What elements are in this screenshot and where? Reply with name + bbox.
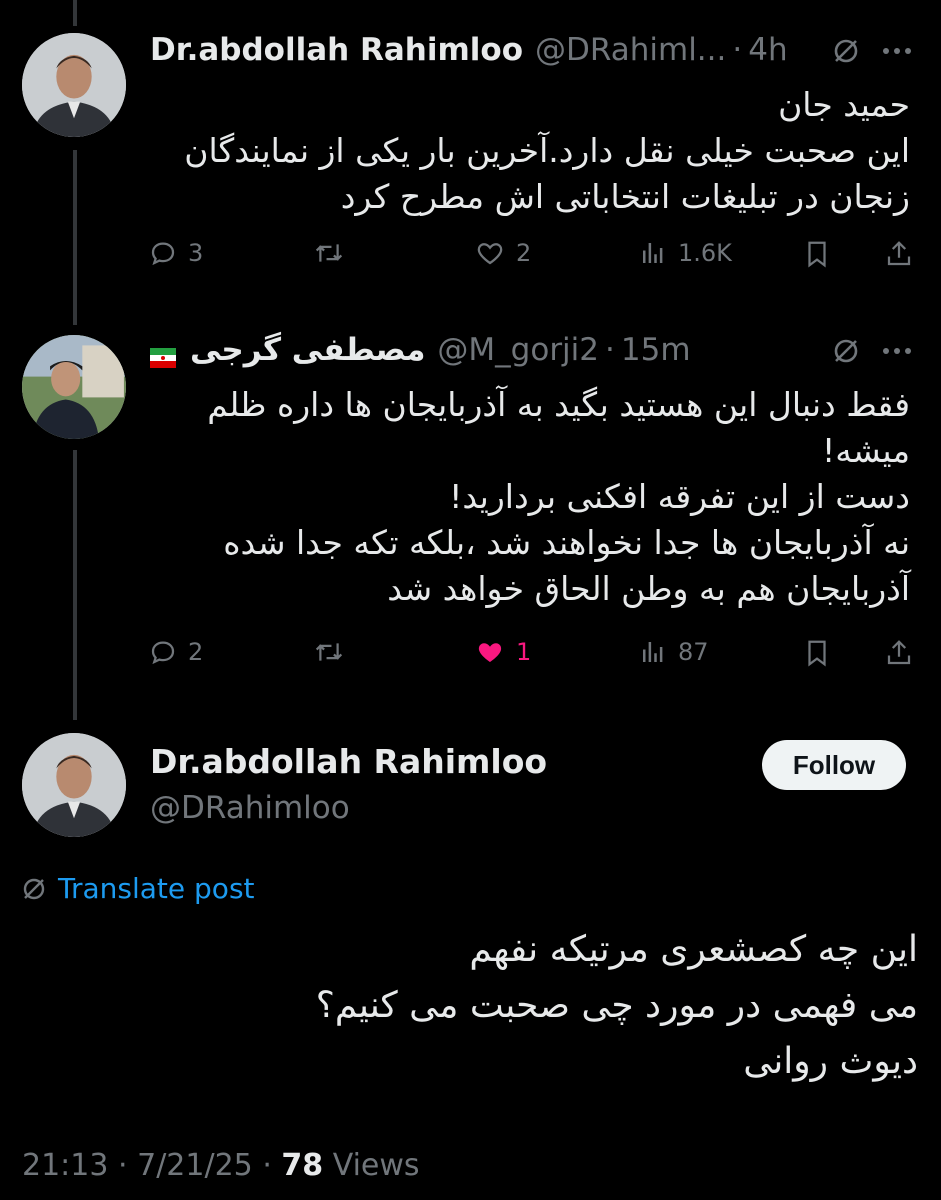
- tweet-meta: 21:13 · 7/21/25 · 78 Views: [22, 1148, 420, 1183]
- tweet-date[interactable]: 7/21/25: [137, 1148, 253, 1183]
- tweet-text-line: این صحبت خیلی نقل دارد.آخرین بار یکی از …: [184, 131, 910, 170]
- translate-post-label[interactable]: Translate post: [58, 872, 255, 905]
- translate-post-link[interactable]: Translate post: [20, 872, 255, 905]
- tweet-text-line: می فهمی در مورد چی صحبت می کنیم؟: [315, 985, 918, 1026]
- views-icon: [643, 642, 663, 662]
- bookmark-button[interactable]: [802, 637, 832, 669]
- tweet-time[interactable]: 15m: [621, 332, 691, 368]
- tweet-text-line: آذربایجان هم به وطن الحاق خواهد شد: [387, 569, 910, 608]
- heart-icon: [477, 243, 503, 265]
- thread-line-2: [73, 450, 77, 720]
- separator-dot: ·: [118, 1148, 128, 1183]
- like-count: 2: [516, 239, 532, 267]
- grok-icon[interactable]: [832, 337, 860, 365]
- avatar[interactable]: [22, 335, 126, 439]
- avatar[interactable]: [22, 33, 126, 137]
- tweet-text-line: دست از این تفرقه افکنی بردارید!: [449, 477, 910, 516]
- tweet-text-line: میشه!: [822, 431, 910, 470]
- bookmark-icon: [808, 241, 826, 268]
- thread-line-1: [73, 150, 77, 325]
- author-handle[interactable]: @DRahiml...: [535, 32, 726, 68]
- action-bar: 3 2 1.6K: [148, 238, 918, 278]
- author-handle[interactable]: @DRahimloo: [150, 790, 350, 826]
- tweet-text-line: حمید جان: [778, 85, 910, 124]
- grok-icon: [23, 878, 45, 899]
- heart-filled-icon: [478, 643, 502, 662]
- reply-count: 2: [188, 638, 204, 666]
- author-name[interactable]: Dr.abdollah Rahimloo: [150, 742, 547, 781]
- thread-line-top: [73, 0, 77, 26]
- like-button[interactable]: 1: [474, 637, 531, 667]
- retweet-button[interactable]: [313, 637, 355, 667]
- share-button[interactable]: [884, 238, 914, 270]
- bookmark-button[interactable]: [802, 238, 832, 270]
- follow-button[interactable]: Follow: [762, 740, 906, 790]
- reply-button[interactable]: 3: [148, 238, 203, 268]
- views-count: 1.6K: [678, 239, 732, 267]
- separator-dot: ·: [262, 1148, 272, 1183]
- tweet-header: مصطفی گرجی @M_gorji2 · 15m: [150, 332, 691, 368]
- tweet-text-line: این چه کصشعری مرتیکه نفهم: [469, 929, 918, 970]
- bookmark-icon: [808, 640, 826, 667]
- action-bar: 2 1 87: [148, 637, 918, 677]
- more-options-icon[interactable]: [882, 346, 912, 356]
- tweet-text: حمید جان این صحبت خیلی نقل دارد.آخرین با…: [150, 82, 910, 220]
- share-icon: [887, 640, 911, 665]
- iran-flag-icon: [150, 340, 176, 368]
- share-button[interactable]: [884, 637, 914, 669]
- views-button[interactable]: 1.6K: [638, 238, 732, 268]
- tweet-header: Dr.abdollah Rahimloo @DRahiml... · 4h: [150, 32, 788, 68]
- tweet-timestamp[interactable]: 21:13: [22, 1148, 108, 1183]
- reply-button[interactable]: 2: [148, 637, 203, 667]
- tweet-time[interactable]: 4h: [748, 32, 787, 68]
- tweet-text-line: دیوث روانی: [743, 1041, 918, 1082]
- separator-dot: ·: [605, 332, 615, 368]
- tweet-text-line: نه آذربایجان ها جدا نخواهند شد ،بلکه تکه…: [223, 523, 910, 562]
- retweet-icon: [315, 244, 343, 262]
- views-count[interactable]: 78: [281, 1148, 323, 1183]
- retweet-icon: [315, 643, 343, 661]
- author-name[interactable]: مصطفی گرجی: [190, 332, 425, 368]
- retweet-button[interactable]: [313, 238, 355, 268]
- like-count: 1: [516, 638, 532, 666]
- author-handle[interactable]: @M_gorji2: [437, 332, 599, 368]
- avatar[interactable]: [22, 733, 126, 837]
- reply-icon: [151, 641, 175, 665]
- share-icon: [887, 241, 911, 266]
- more-options-icon[interactable]: [882, 46, 912, 56]
- reply-count: 3: [188, 239, 204, 267]
- like-button[interactable]: 2: [474, 238, 531, 268]
- author-name[interactable]: Dr.abdollah Rahimloo: [150, 32, 523, 68]
- reply-icon: [151, 242, 175, 266]
- views-count: 87: [678, 638, 709, 666]
- tweet-text: فقط دنبال این هستید بگید به آذربایجان ها…: [150, 382, 910, 612]
- tweet-text-line: زنجان در تبلیغات انتخاباتی اش مطرح کرد: [340, 177, 910, 216]
- views-icon: [643, 243, 663, 263]
- separator-dot: ·: [732, 32, 743, 68]
- main-tweet-text: این چه کصشعری مرتیکه نفهم می فهمی در مور…: [150, 922, 918, 1090]
- views-label: Views: [332, 1148, 420, 1183]
- views-button[interactable]: 87: [638, 637, 709, 667]
- grok-icon[interactable]: [832, 37, 860, 65]
- tweet-text-line: فقط دنبال این هستید بگید به آذربایجان ها…: [207, 385, 910, 424]
